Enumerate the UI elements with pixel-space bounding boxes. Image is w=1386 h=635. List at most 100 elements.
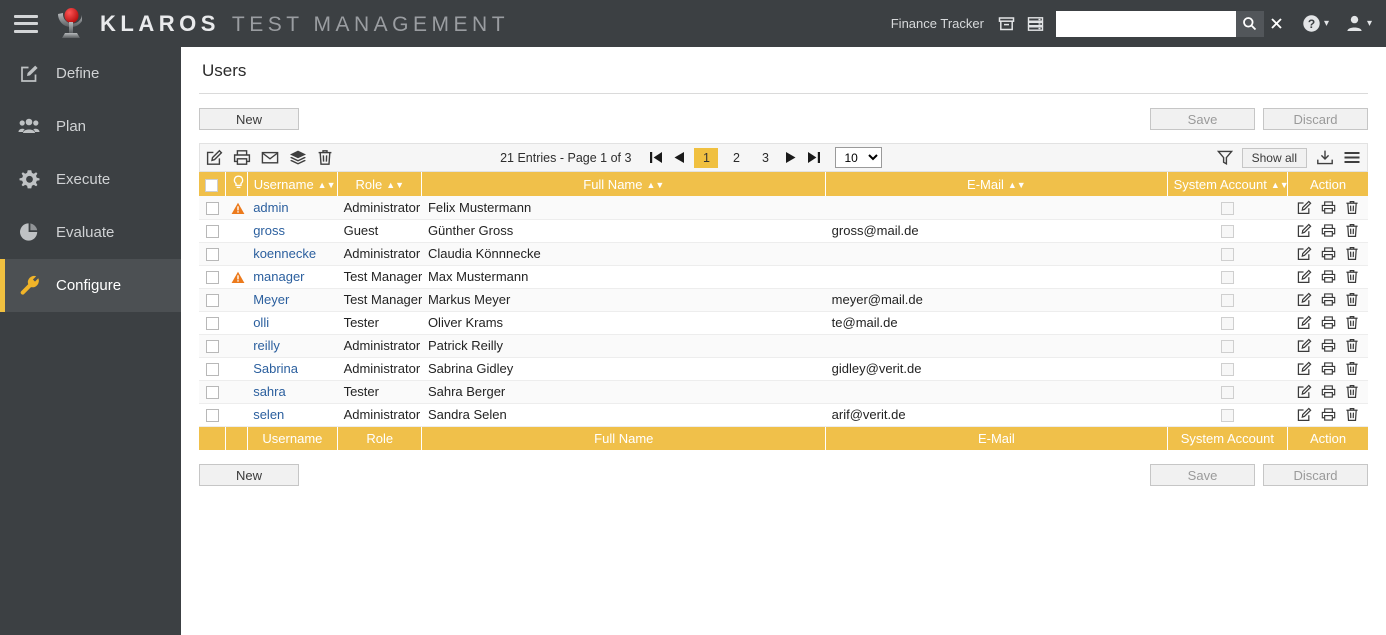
row-checkbox[interactable]: [206, 386, 219, 399]
edit-icon[interactable]: [1297, 361, 1312, 376]
search-icon[interactable]: [1236, 11, 1264, 37]
username-link[interactable]: selen: [253, 407, 284, 422]
new-button-top[interactable]: New: [199, 108, 299, 130]
row-select-cell[interactable]: [199, 196, 225, 219]
layers-icon[interactable]: [289, 149, 307, 166]
username-link[interactable]: sahra: [253, 384, 286, 399]
archive-box-icon[interactable]: [998, 16, 1015, 32]
row-select-cell[interactable]: [199, 403, 225, 426]
row-checkbox[interactable]: [206, 225, 219, 238]
print-icon[interactable]: [1321, 361, 1336, 376]
edit-icon[interactable]: [1297, 338, 1312, 353]
edit-icon[interactable]: [206, 149, 223, 166]
sidebar-item-plan[interactable]: Plan: [0, 100, 181, 153]
row-checkbox[interactable]: [206, 202, 219, 215]
column-header-system-account[interactable]: System Account▲▼: [1167, 172, 1288, 196]
row-username-cell[interactable]: admin: [247, 196, 337, 219]
print-icon[interactable]: [1321, 407, 1336, 422]
row-username-cell[interactable]: olli: [247, 311, 337, 334]
new-button-bottom[interactable]: New: [199, 464, 299, 486]
edit-icon[interactable]: [1297, 384, 1312, 399]
row-checkbox[interactable]: [206, 271, 219, 284]
discard-button-top[interactable]: Discard: [1263, 108, 1368, 130]
row-username-cell[interactable]: Meyer: [247, 288, 337, 311]
username-link[interactable]: Sabrina: [253, 361, 298, 376]
edit-icon[interactable]: [1297, 223, 1312, 238]
delete-icon[interactable]: [1345, 384, 1359, 399]
mail-icon[interactable]: [261, 149, 279, 166]
filter-funnel-icon[interactable]: [1217, 149, 1233, 166]
print-icon[interactable]: [1321, 269, 1336, 284]
row-username-cell[interactable]: gross: [247, 219, 337, 242]
last-page-icon[interactable]: [806, 150, 822, 165]
user-menu[interactable]: ▾: [1345, 14, 1372, 33]
server-stack-icon[interactable]: [1027, 16, 1044, 32]
delete-icon[interactable]: [1345, 361, 1359, 376]
delete-icon[interactable]: [1345, 315, 1359, 330]
delete-icon[interactable]: [1345, 292, 1359, 307]
row-select-cell[interactable]: [199, 265, 225, 288]
save-button-bottom[interactable]: Save: [1150, 464, 1255, 486]
row-select-cell[interactable]: [199, 311, 225, 334]
next-page-icon[interactable]: [783, 150, 799, 165]
print-icon[interactable]: [1321, 338, 1336, 353]
column-header-select[interactable]: [199, 172, 225, 196]
discard-button-bottom[interactable]: Discard: [1263, 464, 1368, 486]
edit-icon[interactable]: [1297, 292, 1312, 307]
print-icon[interactable]: [1321, 200, 1336, 215]
list-menu-icon[interactable]: [1343, 150, 1361, 165]
row-username-cell[interactable]: Sabrina: [247, 357, 337, 380]
row-checkbox[interactable]: [206, 317, 219, 330]
hamburger-icon[interactable]: [14, 15, 38, 33]
username-link[interactable]: koennecke: [253, 246, 316, 261]
print-icon[interactable]: [1321, 246, 1336, 261]
page-size-select[interactable]: 10 20 50 100: [835, 147, 882, 168]
row-username-cell[interactable]: manager: [247, 265, 337, 288]
row-select-cell[interactable]: [199, 334, 225, 357]
row-checkbox[interactable]: [206, 340, 219, 353]
row-select-cell[interactable]: [199, 219, 225, 242]
show-all-button[interactable]: Show all: [1242, 148, 1307, 168]
row-select-cell[interactable]: [199, 380, 225, 403]
print-icon[interactable]: [1321, 315, 1336, 330]
delete-icon[interactable]: [1345, 407, 1359, 422]
previous-page-icon[interactable]: [671, 150, 687, 165]
column-header-fullname[interactable]: Full Name▲▼: [422, 172, 826, 196]
search-input[interactable]: [1056, 11, 1236, 37]
row-select-cell[interactable]: [199, 242, 225, 265]
delete-icon[interactable]: [1345, 338, 1359, 353]
save-button-top[interactable]: Save: [1150, 108, 1255, 130]
row-username-cell[interactable]: sahra: [247, 380, 337, 403]
sidebar-item-configure[interactable]: Configure: [0, 259, 181, 312]
delete-icon[interactable]: [1345, 223, 1359, 238]
delete-icon[interactable]: [1345, 269, 1359, 284]
row-username-cell[interactable]: reilly: [247, 334, 337, 357]
username-link[interactable]: reilly: [253, 338, 280, 353]
print-icon[interactable]: [1321, 292, 1336, 307]
row-select-cell[interactable]: [199, 357, 225, 380]
username-link[interactable]: manager: [253, 269, 304, 284]
delete-icon[interactable]: [1345, 246, 1359, 261]
sidebar-item-define[interactable]: Define: [0, 47, 181, 100]
first-page-icon[interactable]: [648, 150, 664, 165]
close-icon[interactable]: [1264, 11, 1290, 37]
row-checkbox[interactable]: [206, 363, 219, 376]
edit-icon[interactable]: [1297, 269, 1312, 284]
delete-icon[interactable]: [1345, 200, 1359, 215]
row-checkbox[interactable]: [206, 294, 219, 307]
username-link[interactable]: gross: [253, 223, 285, 238]
row-select-cell[interactable]: [199, 288, 225, 311]
export-download-icon[interactable]: [1316, 149, 1334, 166]
edit-icon[interactable]: [1297, 200, 1312, 215]
trash-icon[interactable]: [317, 149, 333, 166]
username-link[interactable]: Meyer: [253, 292, 289, 307]
print-icon[interactable]: [1321, 384, 1336, 399]
username-link[interactable]: admin: [253, 200, 288, 215]
select-all-checkbox[interactable]: [205, 179, 218, 192]
username-link[interactable]: olli: [253, 315, 269, 330]
page-button-1[interactable]: 1: [694, 148, 718, 168]
row-username-cell[interactable]: selen: [247, 403, 337, 426]
sidebar-item-evaluate[interactable]: Evaluate: [0, 206, 181, 259]
sidebar-item-execute[interactable]: Execute: [0, 153, 181, 206]
edit-icon[interactable]: [1297, 246, 1312, 261]
